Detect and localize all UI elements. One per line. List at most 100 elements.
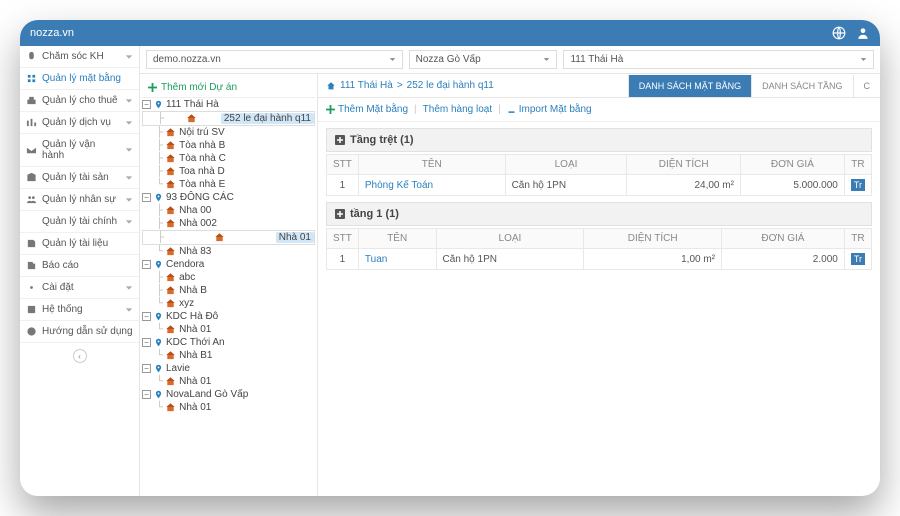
sidebar-item-1[interactable]: Quản lý mặt bằng [20, 68, 139, 90]
tree-project[interactable]: −Cendora [142, 258, 315, 271]
domain-select[interactable]: demo.nozza.vn [146, 50, 403, 69]
breadcrumb-1[interactable]: 111 Thái Hà [340, 80, 393, 91]
tree-building[interactable]: ├252 le đại hành q11 [142, 111, 315, 126]
house-icon [165, 153, 176, 164]
menu-icon [26, 117, 37, 128]
table-row: 1Phòng Kế ToánCăn hộ 1PN24,00 m²5.000.00… [327, 175, 872, 196]
import-icon [507, 105, 516, 114]
menu-icon [26, 145, 37, 156]
tab-2[interactable]: C [853, 75, 881, 97]
tree-building[interactable]: └Tòa nhà E [142, 178, 315, 191]
tree-building[interactable]: └xyz [142, 297, 315, 310]
tree-project[interactable]: −NovaLand Gò Vấp [142, 388, 315, 401]
brand: nozza.vn [30, 27, 74, 39]
topbar: nozza.vn [20, 20, 880, 46]
menu-icon [26, 51, 37, 62]
tree-building[interactable]: ├Nội trú SV [142, 126, 315, 139]
toggle-icon[interactable]: − [142, 193, 151, 202]
tab-0[interactable]: DANH SÁCH MẶT BẰNG [628, 75, 751, 97]
unit-link[interactable]: Phòng Kế Toán [358, 175, 505, 196]
col-header: DIỆN TÍCH [627, 155, 740, 175]
menu-icon [26, 194, 37, 205]
sidebar-item-label: Hướng dẫn sử dụng [42, 326, 133, 337]
sidebar-item-8[interactable]: Quản lý tài liệu [20, 233, 139, 255]
sidebar-item-3[interactable]: Quản lý dịch vụ [20, 112, 139, 134]
col-header: TR [844, 155, 871, 175]
menu-icon [26, 172, 37, 183]
tree-building[interactable]: └Nhà 01 [142, 401, 315, 414]
sidebar-item-9[interactable]: Báo cáo [20, 255, 139, 277]
unit-link[interactable]: Tuan [358, 249, 436, 270]
tree-building[interactable]: └Nhà 01 [142, 323, 315, 336]
sidebar-item-12[interactable]: Hướng dẫn sử dụng [20, 321, 139, 343]
menu-icon [26, 95, 37, 106]
sidebar-item-4[interactable]: Quản lý vận hành [20, 134, 139, 167]
toggle-icon[interactable]: − [142, 260, 151, 269]
toggle-icon[interactable]: − [142, 390, 151, 399]
bulk-add-button[interactable]: Thêm hàng loạt [423, 104, 493, 115]
tree-building[interactable]: ├Nhà 01 [142, 230, 315, 245]
tree-project[interactable]: −111 Thái Hà [142, 98, 315, 111]
tab-1[interactable]: DANH SÁCH TẦNG [751, 75, 852, 97]
toggle-icon[interactable]: − [142, 100, 151, 109]
sidebar-item-0[interactable]: Chăm sóc KH [20, 46, 139, 68]
sidebar-item-6[interactable]: Quản lý nhân sự [20, 189, 139, 211]
sidebar-item-7[interactable]: Quản lý tài chính [20, 211, 139, 233]
breadcrumb-2[interactable]: 252 le đại hành q11 [407, 80, 494, 91]
pin-icon [154, 260, 163, 269]
add-unit-button[interactable]: Thêm Mặt bằng [326, 104, 408, 115]
sidebar-item-label: Quản lý tài liệu [42, 238, 108, 249]
add-project-button[interactable]: Thêm mới Dự án [142, 78, 315, 98]
tree-building[interactable]: ├Nhà 002 [142, 217, 315, 230]
action-bar: Thêm Mặt bằng | Thêm hàng loạt | Import … [318, 98, 880, 122]
sidebar-item-10[interactable]: Cài đặt [20, 277, 139, 299]
user-icon[interactable] [856, 26, 870, 40]
toggle-icon[interactable]: − [142, 338, 151, 347]
sidebar-item-2[interactable]: Quản lý cho thuê [20, 90, 139, 112]
section-header[interactable]: tầng 1 (1) [326, 202, 872, 226]
house-icon [165, 376, 176, 387]
house-icon [165, 179, 176, 190]
tree-building[interactable]: └Nhà 01 [142, 375, 315, 388]
tree-building[interactable]: └Nhà B1 [142, 349, 315, 362]
tree-building[interactable]: ├abc [142, 271, 315, 284]
tree-building[interactable]: ├Nha 00 [142, 204, 315, 217]
tree-building[interactable]: └Nhà 83 [142, 245, 315, 258]
pin-icon [154, 100, 163, 109]
collapse-button[interactable]: ‹ [73, 349, 87, 363]
building-select[interactable]: 111 Thái Hà [563, 50, 874, 69]
menu-icon [26, 216, 37, 227]
toggle-icon[interactable]: − [142, 312, 151, 321]
house-icon [165, 272, 176, 283]
tree-project[interactable]: −KDC Hà Đô [142, 310, 315, 323]
house-icon [165, 218, 176, 229]
import-button[interactable]: Import Mặt bằng [507, 104, 592, 115]
house-icon [165, 285, 176, 296]
sidebar: Chăm sóc KHQuản lý mặt bằngQuản lý cho t… [20, 46, 140, 496]
tree-building[interactable]: ├Nhà B [142, 284, 315, 297]
house-icon [165, 127, 176, 138]
tree-project[interactable]: −93 ĐÔNG CÁC [142, 191, 315, 204]
house-icon [165, 402, 176, 413]
tree-project[interactable]: −Lavie [142, 362, 315, 375]
sidebar-item-11[interactable]: Hệ thống [20, 299, 139, 321]
section-header[interactable]: Tầng trệt (1) [326, 128, 872, 152]
status-badge: Tr [851, 253, 865, 265]
sidebar-item-label: Cài đặt [42, 282, 74, 293]
toggle-icon[interactable]: − [142, 364, 151, 373]
sidebar-item-5[interactable]: Quản lý tài sản [20, 167, 139, 189]
units-table: STTTÊNLOẠIDIỆN TÍCHĐƠN GIÁTR1TuanCăn hộ … [326, 228, 872, 270]
area-select[interactable]: Nozza Gò Vấp [409, 50, 558, 69]
col-header: DIỆN TÍCH [584, 229, 722, 249]
tree-project[interactable]: −KDC Thới An [142, 336, 315, 349]
tree-building[interactable]: ├Tòa nhà C [142, 152, 315, 165]
tree-building[interactable]: ├Toa nhà D [142, 165, 315, 178]
house-icon [165, 140, 176, 151]
house-icon [214, 232, 225, 243]
tree-building[interactable]: ├Tòa nhà B [142, 139, 315, 152]
plus-icon [148, 83, 157, 92]
globe-icon[interactable] [832, 26, 846, 40]
home-icon[interactable] [326, 81, 336, 91]
plus-icon [326, 105, 335, 114]
menu-icon [26, 304, 37, 315]
